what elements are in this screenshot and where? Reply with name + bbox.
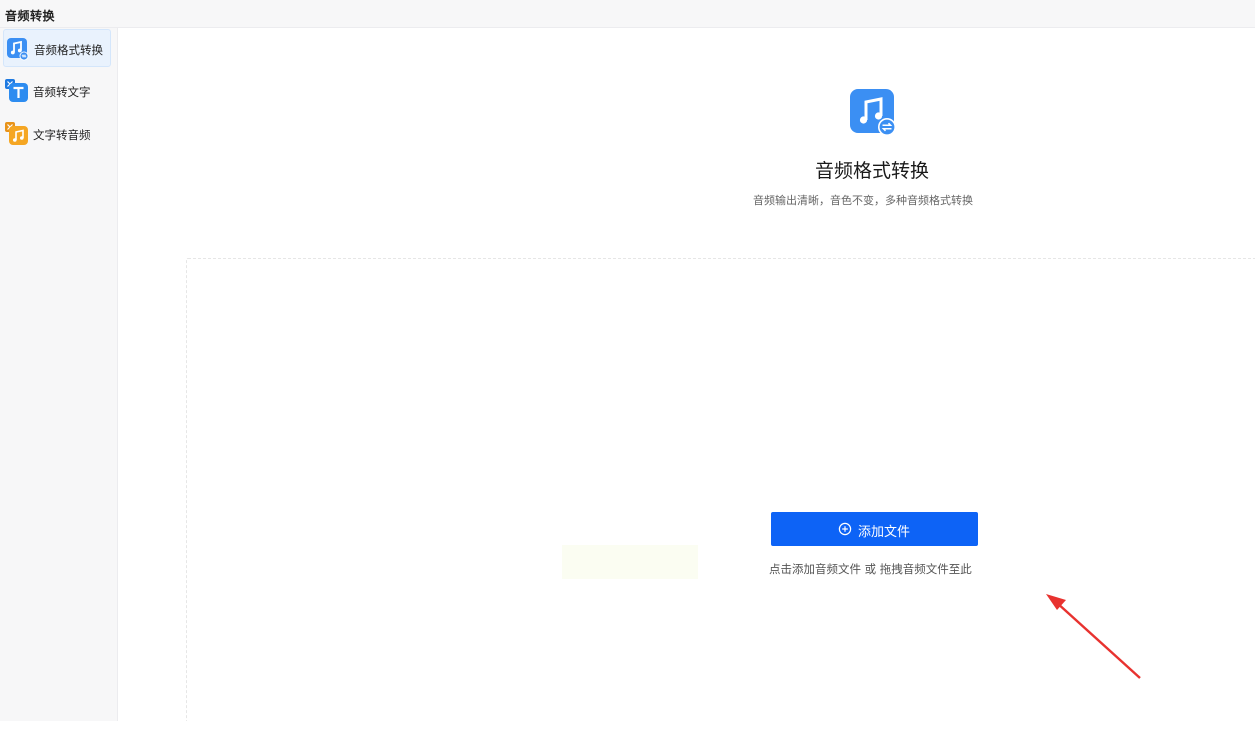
page-subtitle: 音频输出清晰，音色不变，多种音频格式转换 [753, 194, 973, 207]
sidebar-item-label: 音频转文字 [33, 85, 91, 99]
music-note-convert-icon [6, 37, 30, 61]
page-title: 音频格式转换 [815, 160, 930, 182]
faded-watermark [562, 545, 698, 579]
sidebar-item-audio-to-text[interactable]: 音频转文字 [3, 72, 111, 110]
sidebar-item-label: 音频格式转换 [34, 43, 103, 57]
plus-circle-icon [838, 522, 852, 536]
text-to-audio-icon [5, 122, 29, 146]
sidebar: 音频格式转换 音频转文字 文字转音频 [0, 28, 118, 721]
add-file-button-label: 添加文件 [858, 525, 911, 540]
bottom-strip [0, 721, 1255, 739]
sidebar-item-text-to-audio[interactable]: 文字转音频 [3, 115, 111, 153]
app-title: 音频转换 [5, 9, 56, 23]
main-panel: 音频格式转换 音频输出清晰，音色不变，多种音频格式转换 添加文件 点击添加音频文… [119, 29, 1255, 728]
title-bar: 音频转换 [0, 0, 1255, 28]
sidebar-item-audio-format-convert[interactable]: 音频格式转换 [3, 29, 111, 67]
add-file-button[interactable]: 添加文件 [771, 512, 978, 546]
audio-to-text-icon [5, 79, 29, 103]
drop-hint: 点击添加音频文件 或 拖拽音频文件至此 [769, 562, 972, 576]
file-drop-zone[interactable] [186, 258, 1255, 728]
sidebar-item-label: 文字转音频 [33, 128, 91, 142]
music-note-convert-icon [850, 89, 896, 137]
